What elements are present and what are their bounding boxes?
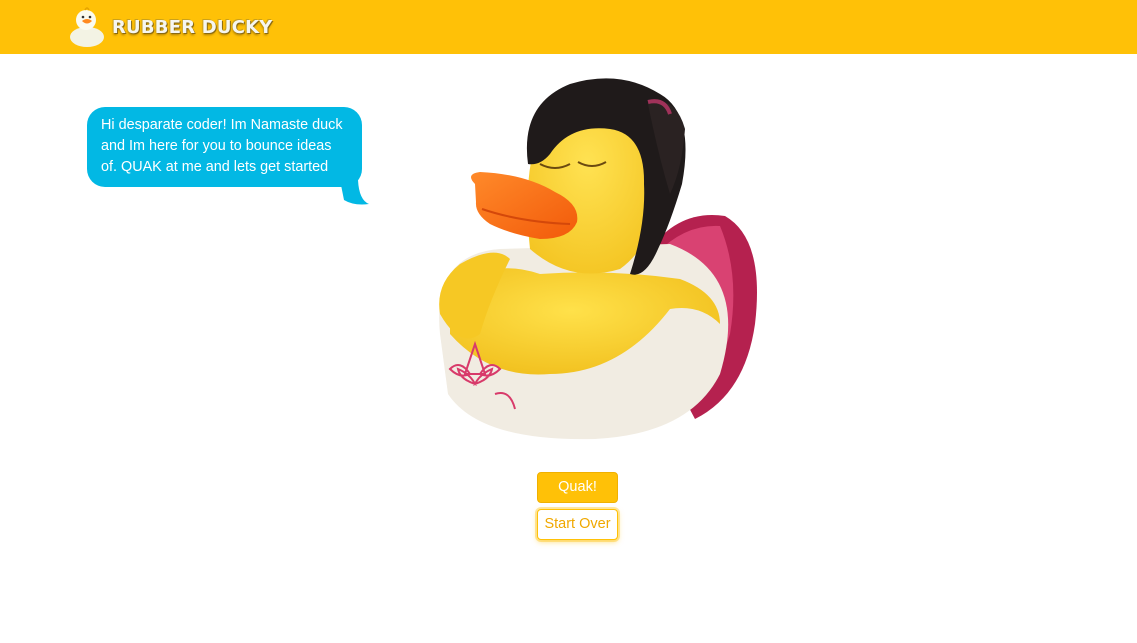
brand-name: RUBBER DUCKY [112, 16, 273, 38]
speech-bubble-tail [340, 180, 369, 205]
quak-button[interactable]: Quak! [537, 472, 618, 503]
namaste-duck-illustration [439, 78, 757, 440]
top-navbar: RUBBER DUCKY [0, 0, 1137, 54]
duck-message-text: Hi desparate coder! Im Namaste duck and … [101, 117, 343, 175]
start-over-button[interactable]: Start Over [537, 509, 618, 540]
rubber-duck-logo-icon [70, 7, 104, 47]
duck-speech-bubble: Hi desparate coder! Im Namaste duck and … [87, 107, 362, 187]
brand-link[interactable]: RUBBER DUCKY [69, 5, 273, 49]
